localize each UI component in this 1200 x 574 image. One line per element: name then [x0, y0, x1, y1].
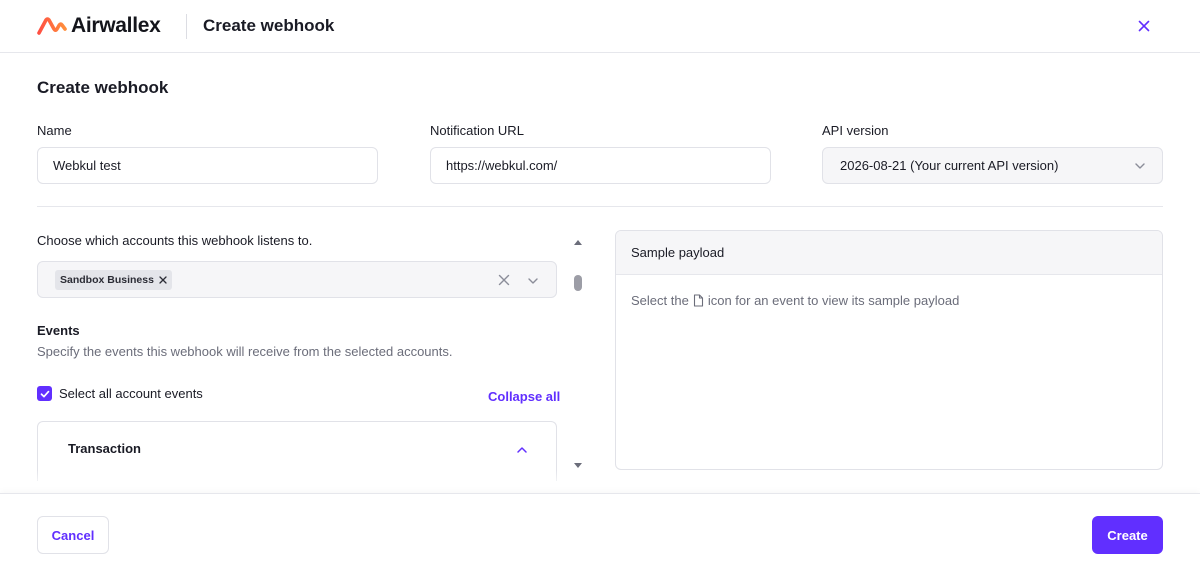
notification-url-input[interactable]	[430, 147, 771, 184]
accounts-label: Choose which accounts this webhook liste…	[37, 233, 313, 248]
section-divider	[37, 206, 1163, 207]
close-icon	[159, 276, 167, 284]
name-label: Name	[37, 123, 72, 138]
notification-url-label: Notification URL	[430, 123, 524, 138]
accounts-select[interactable]: Sandbox Business	[37, 261, 557, 298]
airwallex-logo: Airwallex	[37, 14, 161, 38]
scroll-thumb[interactable]	[574, 275, 582, 291]
page-title: Create webhook	[37, 78, 169, 97]
scroll-down-button[interactable]	[573, 457, 583, 475]
select-all-label[interactable]: Select all account events	[59, 386, 203, 401]
clear-icon	[498, 274, 510, 286]
payload-hint-suffix: icon for an event to view its sample pay…	[707, 293, 960, 308]
account-chip: Sandbox Business	[55, 270, 172, 290]
top-bar: Airwallex Create webhook	[0, 0, 1200, 53]
footer-bar: Cancel Create	[0, 493, 1200, 574]
sample-payload-hint: Select the icon for an event to view its…	[631, 293, 959, 308]
collapse-all-button[interactable]: Collapse all	[488, 389, 560, 404]
account-chip-label: Sandbox Business	[60, 274, 154, 286]
api-version-select[interactable]: 2026-08-21 (Your current API version)	[822, 147, 1163, 184]
chevron-down-icon	[528, 278, 538, 284]
sample-payload-title: Sample payload	[616, 231, 1162, 275]
checkmark-icon	[40, 390, 49, 397]
document-icon	[693, 294, 704, 307]
brand-name: Airwallex	[71, 14, 161, 37]
api-version-value: 2026-08-21 (Your current API version)	[840, 158, 1059, 173]
chevron-up-icon	[517, 447, 527, 453]
airwallex-logo-icon	[37, 17, 67, 35]
close-icon	[1138, 20, 1150, 32]
chevron-down-icon	[1135, 163, 1145, 169]
events-description: Specify the events this webhook will rec…	[37, 344, 453, 359]
sample-payload-panel: Sample payload Select the icon for an ev…	[615, 230, 1163, 470]
clear-accounts-button[interactable]	[498, 273, 510, 291]
event-group-toggle[interactable]	[516, 443, 528, 461]
header-divider	[186, 14, 187, 39]
select-all-checkbox[interactable]	[37, 386, 52, 401]
triangle-down-icon	[574, 463, 582, 468]
api-version-label: API version	[822, 123, 889, 138]
scroll-up-button[interactable]	[573, 233, 583, 251]
cancel-button[interactable]: Cancel	[37, 516, 109, 554]
create-button[interactable]: Create	[1092, 516, 1163, 554]
name-input[interactable]	[37, 147, 378, 184]
close-button[interactable]	[1134, 16, 1154, 36]
remove-chip-button[interactable]	[159, 276, 167, 284]
accounts-dropdown-toggle[interactable]	[527, 274, 539, 292]
payload-hint-prefix: Select the	[631, 293, 689, 308]
scrollbar[interactable]	[570, 230, 586, 470]
triangle-up-icon	[574, 240, 582, 245]
events-title: Events	[37, 323, 80, 338]
event-group-title[interactable]: Transaction	[68, 441, 141, 456]
scroll-fade	[37, 470, 557, 490]
header-title: Create webhook	[203, 16, 335, 35]
